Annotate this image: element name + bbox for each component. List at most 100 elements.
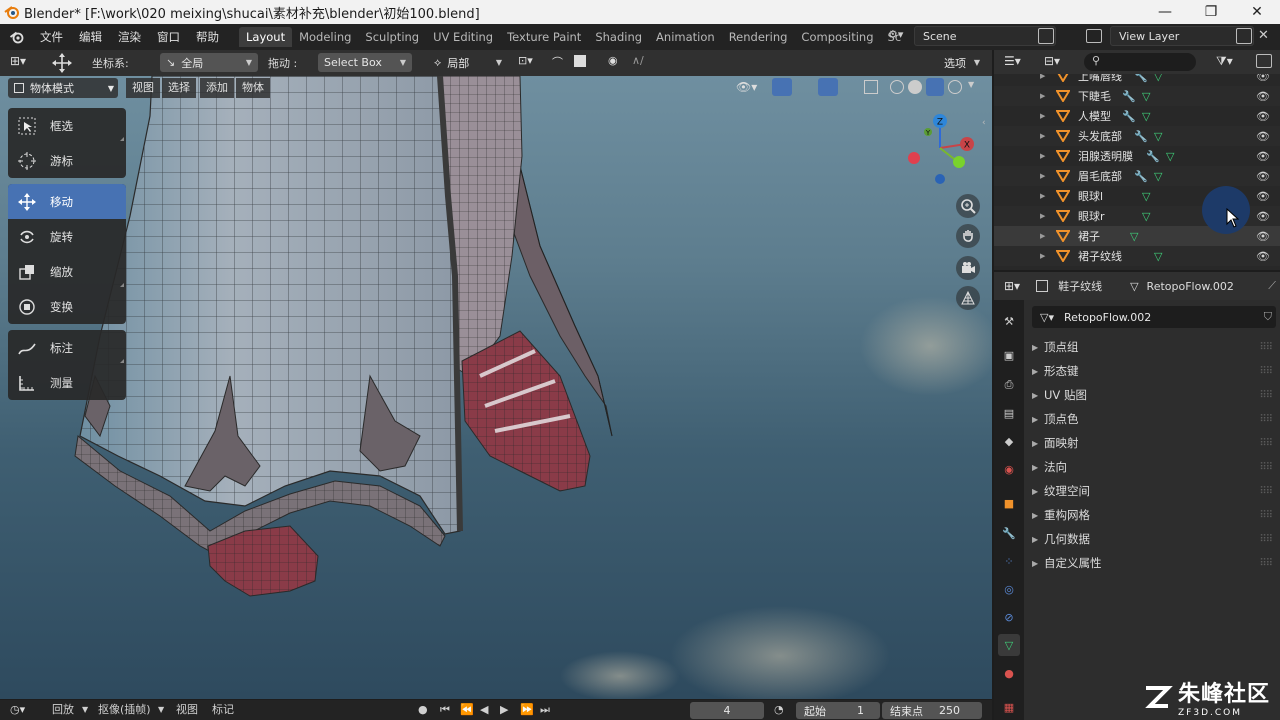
tab-texture-paint[interactable]: Texture Paint bbox=[500, 27, 588, 47]
viewport-menu-object[interactable]: 物体 bbox=[236, 78, 270, 98]
timeline-playback-menu[interactable]: 回放 bbox=[52, 702, 74, 718]
drag-grip-icon[interactable]: ⠿⠿ bbox=[1259, 462, 1273, 473]
snap-target-icon[interactable]: ⊡▾ bbox=[518, 54, 546, 72]
expand-arrow-icon[interactable]: ▶ bbox=[1040, 152, 1045, 160]
jump-start-icon[interactable]: ⏮ bbox=[440, 702, 450, 718]
tool-measure[interactable]: 测量 bbox=[8, 365, 126, 400]
view-layer-selector[interactable]: View Layer bbox=[1110, 26, 1254, 46]
drag-grip-icon[interactable]: ⠿⠿ bbox=[1259, 390, 1273, 401]
drag-grip-icon[interactable]: ⠿⠿ bbox=[1259, 486, 1273, 497]
filter-icon[interactable]: ⧩▾ bbox=[1216, 54, 1233, 69]
shading-rendered-icon[interactable] bbox=[948, 80, 962, 94]
outliner-row[interactable]: ▶ 眉毛底部 👁 🔧 ▽ bbox=[994, 166, 1280, 186]
visibility-eye-icon[interactable]: 👁 bbox=[1256, 230, 1270, 243]
tool-rotate[interactable]: 旋转 bbox=[8, 219, 126, 254]
preview-range-icon[interactable]: ◔ bbox=[774, 702, 784, 718]
visibility-eye-icon[interactable]: 👁 bbox=[1256, 110, 1270, 123]
coordinate-system-dropdown[interactable]: ↘ 全局 ▼ bbox=[160, 53, 258, 72]
tab-layout[interactable]: Layout bbox=[239, 27, 293, 47]
view-layer-icon[interactable] bbox=[1086, 29, 1102, 43]
view-layer-tab-icon[interactable]: ▤ bbox=[998, 402, 1020, 424]
modifier-wrench-icon[interactable]: 🔧 bbox=[1122, 110, 1136, 123]
mesh-data-icon[interactable]: ▽ bbox=[1166, 150, 1174, 163]
outliner-editor-type-icon[interactable]: ☰▾ bbox=[1004, 54, 1021, 68]
mesh-data-icon[interactable]: ▽ bbox=[1142, 190, 1150, 203]
outliner-row[interactable]: ▶ 泪腺透明膜 👁 🔧 ▽ bbox=[994, 146, 1280, 166]
visibility-eye-icon[interactable]: 👁 bbox=[1256, 170, 1270, 183]
material-tab-icon[interactable]: ● bbox=[998, 662, 1020, 684]
expand-arrow-icon[interactable]: ▶ bbox=[1040, 132, 1045, 140]
visibility-eye-icon[interactable]: 👁 bbox=[1256, 150, 1270, 163]
modifier-wrench-icon[interactable]: 🔧 bbox=[1146, 150, 1160, 163]
proportional-edit-icon[interactable]: ◉ bbox=[608, 54, 626, 72]
mesh-data-icon[interactable]: ▽ bbox=[1142, 90, 1150, 103]
output-tab-icon[interactable]: ⎙ bbox=[998, 374, 1020, 396]
play-icon[interactable]: ▶ bbox=[500, 702, 508, 718]
modifier-wrench-icon[interactable]: 🔧 bbox=[1134, 130, 1148, 143]
properties-panel-row[interactable]: ▶ 顶点组 ⠿⠿ bbox=[1024, 335, 1280, 359]
mesh-data-icon[interactable]: ▽ bbox=[1130, 230, 1138, 243]
fake-user-shield-icon[interactable]: ⛉ bbox=[1264, 310, 1272, 324]
mesh-data-icon[interactable]: ▽ bbox=[1154, 170, 1162, 183]
properties-panel-row[interactable]: ▶ 顶点色 ⠿⠿ bbox=[1024, 407, 1280, 431]
shading-wire-icon[interactable] bbox=[890, 80, 904, 94]
maximize-button[interactable]: ❐ bbox=[1188, 0, 1234, 24]
expand-arrow-icon[interactable]: ▶ bbox=[1040, 232, 1045, 240]
physics-tab-icon[interactable]: ◎ bbox=[998, 578, 1020, 600]
shading-material-icon[interactable] bbox=[926, 78, 944, 96]
tool-scale[interactable]: 缩放 bbox=[8, 254, 126, 289]
expand-arrow-icon[interactable]: ▶ bbox=[1040, 212, 1045, 220]
tab-rendering[interactable]: Rendering bbox=[722, 27, 795, 47]
viewport-menu-view[interactable]: 视图 bbox=[126, 78, 160, 98]
tool-transform[interactable]: 变换 bbox=[8, 289, 126, 324]
frame-start-field[interactable]: 起始 1 bbox=[796, 702, 880, 719]
menu-file[interactable]: 文件 bbox=[32, 29, 71, 45]
properties-panel-row[interactable]: ▶ 面映射 ⠿⠿ bbox=[1024, 431, 1280, 455]
shading-solid-icon[interactable] bbox=[908, 80, 922, 94]
expand-arrow-icon[interactable]: ▶ bbox=[1040, 172, 1045, 180]
new-view-layer-icon[interactable] bbox=[1236, 28, 1252, 44]
menu-edit[interactable]: 编辑 bbox=[71, 29, 110, 45]
properties-panel-row[interactable]: ▶ 自定义属性 ⠿⠿ bbox=[1024, 551, 1280, 575]
tab-sculpting[interactable]: Sculpting bbox=[358, 27, 426, 47]
overlay-toggle-icon[interactable] bbox=[818, 78, 838, 96]
drag-select-dropdown[interactable]: Select Box ▼ bbox=[318, 53, 412, 72]
editor-type-icon[interactable]: ⊞▾ bbox=[10, 54, 40, 72]
remove-view-layer-icon[interactable]: ✕ bbox=[1258, 28, 1274, 44]
visibility-eye-icon[interactable]: 👁 bbox=[1256, 250, 1270, 263]
tool-cursor[interactable]: 游标 bbox=[8, 143, 126, 178]
tab-shading[interactable]: Shading bbox=[588, 27, 649, 47]
outliner-row[interactable]: ▶ 下睫毛 👁 🔧 ▽ bbox=[994, 86, 1280, 106]
properties-panel-row[interactable]: ▶ UV 贴图 ⠿⠿ bbox=[1024, 383, 1280, 407]
options-dropdown[interactable]: 选项 ▼ bbox=[938, 53, 986, 72]
play-reverse-icon[interactable]: ◀ bbox=[480, 702, 488, 718]
pan-hand-icon[interactable] bbox=[956, 224, 980, 248]
expand-arrow-icon[interactable]: ▶ bbox=[1040, 252, 1045, 260]
timeline-editor-type-icon[interactable]: ◷▾ bbox=[10, 703, 25, 716]
outliner-row[interactable]: ▶ 人模型 👁 🔧 ▽ bbox=[994, 106, 1280, 126]
drag-grip-icon[interactable]: ⠿⠿ bbox=[1259, 414, 1273, 425]
tab-animation[interactable]: Animation bbox=[649, 27, 722, 47]
jump-prev-keyframe-icon[interactable]: ⏪ bbox=[460, 702, 474, 718]
tab-modeling[interactable]: Modeling bbox=[292, 27, 358, 47]
scene-selector[interactable]: Scene bbox=[914, 26, 1056, 46]
camera-view-icon[interactable] bbox=[956, 256, 980, 280]
tab-uv-editing[interactable]: UV Editing bbox=[426, 27, 500, 47]
snap-element-icon[interactable] bbox=[574, 55, 586, 67]
render-tab-icon[interactable]: ▣ bbox=[998, 344, 1020, 366]
timeline-marker-menu[interactable]: 标记 bbox=[212, 702, 234, 718]
tool-select-box[interactable]: 框选 bbox=[8, 108, 126, 143]
new-scene-icon[interactable] bbox=[1038, 28, 1054, 44]
texture-tab-icon[interactable]: ▦ bbox=[998, 696, 1020, 718]
mesh-data-icon[interactable]: ▽ bbox=[1142, 210, 1150, 223]
properties-panel-row[interactable]: ▶ 形态键 ⠿⠿ bbox=[1024, 359, 1280, 383]
blender-menu-icon[interactable] bbox=[6, 26, 28, 48]
drag-grip-icon[interactable]: ⠿⠿ bbox=[1259, 366, 1273, 377]
pivot-point-dropdown[interactable]: ⟡ 局部 ▼ bbox=[428, 53, 508, 72]
world-tab-icon[interactable]: ◉ bbox=[998, 458, 1020, 480]
shading-options-icon[interactable]: ▼ bbox=[968, 80, 974, 89]
object-mode-dropdown[interactable]: 物体模式 ▼ bbox=[8, 78, 118, 98]
viewport-menu-add[interactable]: 添加 bbox=[200, 78, 234, 98]
mesh-data-tab-icon[interactable]: ▽ bbox=[998, 634, 1020, 656]
drag-grip-icon[interactable]: ⠿⠿ bbox=[1259, 438, 1273, 449]
